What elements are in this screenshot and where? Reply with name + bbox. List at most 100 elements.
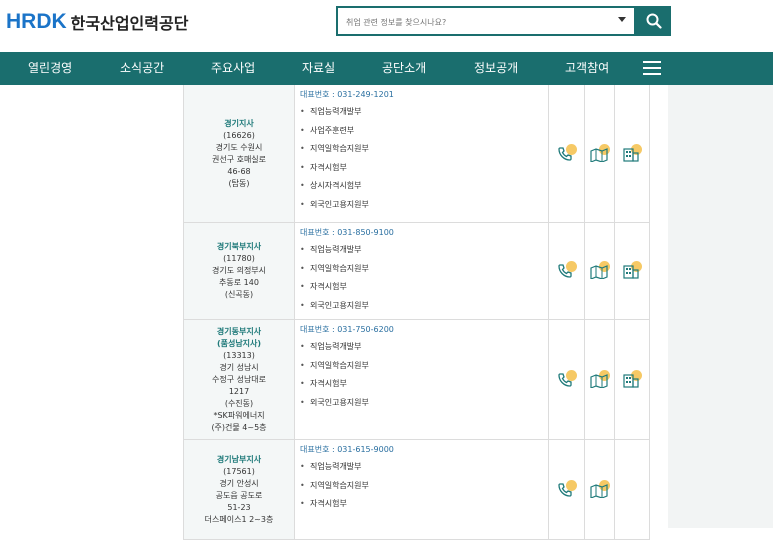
branch-address-line: 더스페이스1 2~3층 [204,514,274,524]
branch-info-cell: 경기남부지사 (17561) 경기 안성시공도읍 공도로 51-23 더스페이스1 2~… [183,440,295,539]
chevron-down-icon[interactable] [618,17,626,22]
phone-cell [549,85,585,222]
branch-name: 경기지사 [224,118,254,128]
branch-name: 경기동부지사 [216,326,262,336]
nav-item-main-business[interactable]: 주요사업 [211,52,255,85]
branch-address-line: 공도읍 공도로 [215,490,263,500]
branch-address-line: 경기도 의정부시 [211,266,267,275]
department-cell: 대표번호 : 031-850-9100 직업능력개발부지역일학습지원부자격시험부외… [295,223,549,319]
branch-address-line: 경기 안성시 [219,478,259,488]
branch-name: 경기북부지사 [216,242,262,251]
map-cell [585,85,615,222]
department-item: 자격시험부 [300,159,548,178]
nav-item-news[interactable]: 소식공간 [120,52,164,85]
branch-address-line: 추동로 140 [219,278,259,287]
phone-cell [549,320,585,439]
phone-icon[interactable] [557,261,577,281]
nav-item-disclosure[interactable]: 정보공개 [474,52,518,85]
branch-info-cell: 경기지사 (16626) 경기도 수원시권선구 호매실로 46-68 (탑동) [183,85,295,222]
map-icon[interactable] [589,479,610,500]
department-cell: 대표번호 : 031-615-9000 직업능력개발부지역일학습지원부자격시험부 [295,440,549,539]
logo-text: 한국산업인력공단 [70,14,189,33]
department-cell: 대표번호 : 031-750-6200 직업능력개발부지역일학습지원부자격시험부외… [295,320,549,439]
map-icon[interactable] [589,261,610,281]
branch-address-line: 51-23 [227,502,251,512]
building-icon[interactable] [622,261,642,281]
nav-item-resources[interactable]: 자료실 [302,52,335,85]
branch-address-line: (16626) [223,130,255,140]
building-cell [615,85,650,222]
department-item: 직업능력개발부 [300,338,548,357]
branch-table: 경기지사 (16626) 경기도 수원시권선구 호매실로 46-68 (탑동) 대표번호 … [183,85,650,540]
branch-address-line: (17561) [223,466,255,476]
department-item: 사업주훈련부 [300,122,548,141]
map-cell [585,223,615,319]
department-item: 외국인고용지원부 [300,394,548,413]
department-cell: 대표번호 : 031-249-1201 직업능력개발부사업주훈련부지역일학습지원부… [295,85,549,222]
search-button[interactable] [636,6,671,36]
map-cell [585,440,615,539]
branch-address-line: 수정구 성남대로 [211,374,267,384]
representative-phone: 대표번호 : 031-750-6200 [300,325,394,334]
nav-item-open-management[interactable]: 열린경영 [28,52,72,85]
building-icon[interactable] [622,143,642,164]
branch-address-line: (신곡동) [224,290,254,299]
nav-item-customer[interactable]: 고객참여 [565,52,609,85]
phone-cell [549,440,585,539]
department-item: 외국인고용지원부 [300,196,548,215]
representative-phone: 대표번호 : 031-850-9100 [300,228,394,237]
table-row: 경기동부지사 (품성남지사) (13313) 경기 성남시수정구 성남대로 1217 (수… [183,320,650,440]
nav-item-about[interactable]: 공단소개 [382,52,426,85]
map-cell [585,320,615,439]
phone-icon[interactable] [557,369,577,390]
branch-address-line: (주)건물 4~5층 [211,422,267,432]
right-panel [668,85,773,528]
building-cell [615,320,650,439]
branch-address-line: 경기 성남시 [219,362,259,372]
department-item: 자격시험부 [300,495,548,514]
main-nav: 열린경영 소식공간 주요사업 자료실 공단소개 정보공개 고객참여 [0,52,773,85]
building-icon[interactable] [622,369,642,390]
department-item: 지역일학습지원부 [300,357,548,376]
site-header: HRDK 한국산업인력공단 [0,0,773,52]
department-item: 지역일학습지원부 [300,260,548,279]
branch-address-line: (탑동) [228,178,250,188]
phone-icon[interactable] [557,479,577,500]
department-item: 지역일학습지원부 [300,477,548,496]
building-cell [615,223,650,319]
table-row: 경기남부지사 (17561) 경기 안성시공도읍 공도로 51-23 더스페이스1 2~… [183,440,650,540]
branch-address-line: 경기도 수원시 [215,142,263,152]
menu-icon[interactable] [643,61,661,76]
department-item: 외국인고용지원부 [300,297,548,316]
search-icon [646,13,662,29]
branch-address-line: 46-68 [227,166,251,176]
department-item: 직업능력개발부 [300,241,548,260]
search-box [336,6,636,36]
branch-address-line: (13313) [223,350,255,360]
branch-address-line: (11780) [223,254,255,263]
department-item: 직업능력개발부 [300,103,548,122]
branch-name: 경기남부지사 [216,454,262,464]
branch-name: (품성남지사) [216,338,262,348]
department-item: 자격시험부 [300,278,548,297]
map-icon[interactable] [589,143,610,164]
branch-address-line: 권선구 호매실로 [211,154,267,164]
branch-address-line: 1217 [228,386,250,396]
department-item: 직업능력개발부 [300,458,548,477]
representative-phone: 대표번호 : 031-249-1201 [300,90,394,99]
map-icon[interactable] [589,369,610,390]
department-item: 상시자격시험부 [300,177,548,196]
logo-mark: HRDK [6,10,67,33]
table-row: 경기북부지사 (11780) 경기도 의정부시추동로 140 (신곡동) 대표번호 : … [183,223,650,320]
branch-address-line: (수진동) [224,398,254,408]
branch-address-line: *SK파워에너지 [213,410,265,420]
branch-info-cell: 경기동부지사 (품성남지사) (13313) 경기 성남시수정구 성남대로 1217 (수… [183,320,295,439]
department-item: 지역일학습지원부 [300,140,548,159]
representative-phone: 대표번호 : 031-615-9000 [300,445,394,454]
phone-icon[interactable] [557,143,577,164]
table-row: 경기지사 (16626) 경기도 수원시권선구 호매실로 46-68 (탑동) 대표번호 … [183,85,650,223]
site-logo[interactable]: HRDK 한국산업인력공단 [6,10,188,34]
phone-cell [549,223,585,319]
branch-info-cell: 경기북부지사 (11780) 경기도 의정부시추동로 140 (신곡동) [183,223,295,319]
search-input[interactable] [338,8,618,36]
